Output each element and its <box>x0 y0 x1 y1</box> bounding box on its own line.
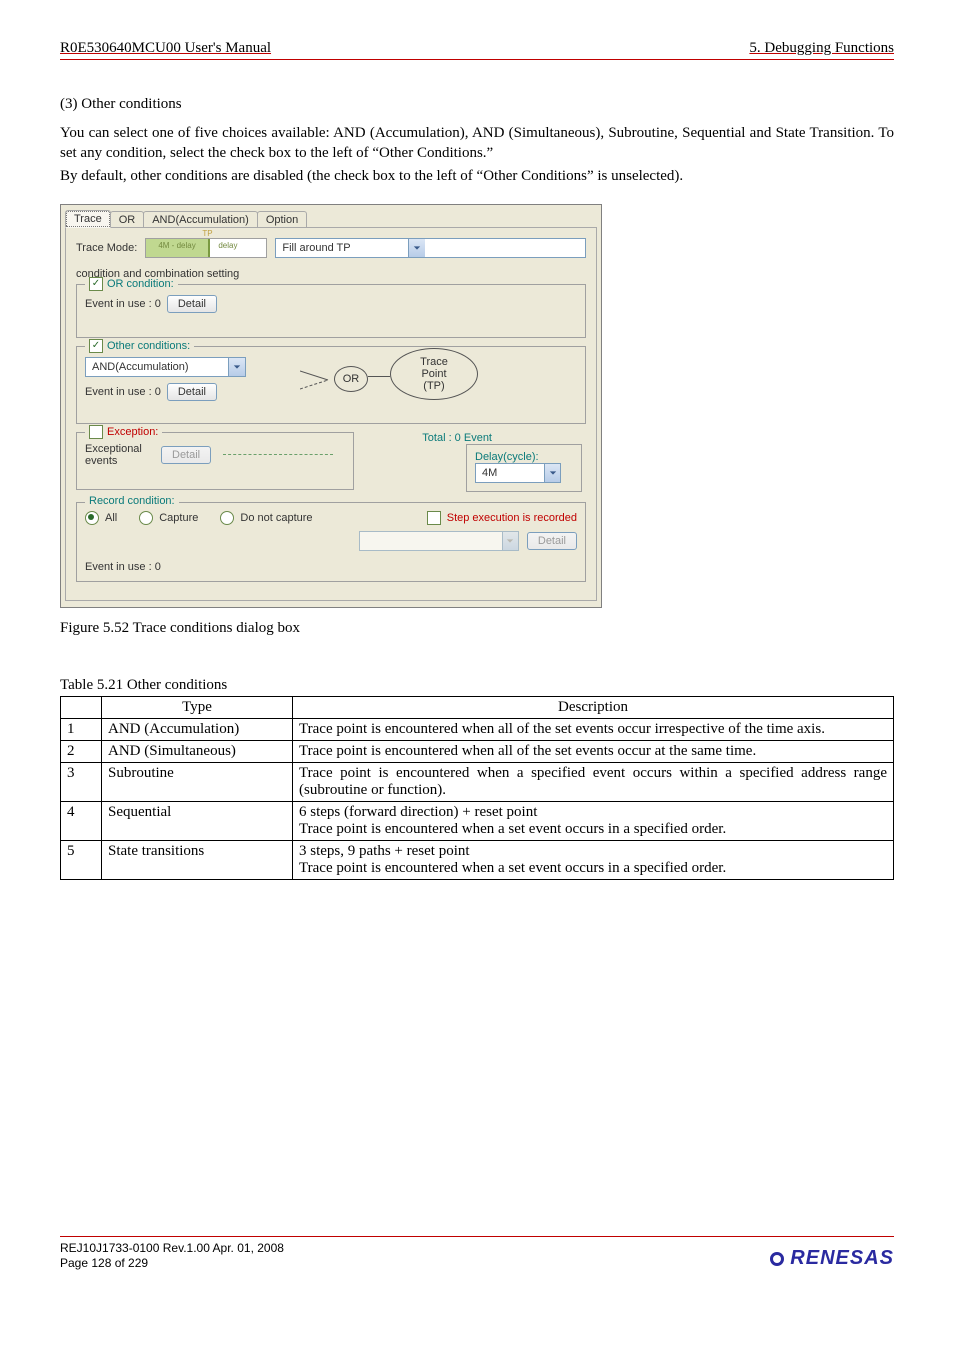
other-conditions-group: Other conditions: AND(Accumulation) Even… <box>76 346 586 424</box>
step-execution-label: Step execution is recorded <box>447 512 577 524</box>
table-row: 1 AND (Accumulation) Trace point is enco… <box>61 718 894 740</box>
page-footer: REJ10J1733-0100 Rev.1.00 Apr. 01, 2008 P… <box>60 1236 894 1270</box>
table-row: 2 AND (Simultaneous) Trace point is enco… <box>61 740 894 762</box>
other-detail-button[interactable]: Detail <box>167 383 217 401</box>
row-num: 5 <box>61 840 102 879</box>
row-type: AND (Accumulation) <box>102 718 293 740</box>
row-desc: 6 steps (forward direction) + reset poin… <box>293 801 894 840</box>
row-type: State transitions <box>102 840 293 879</box>
or-condition-group: OR condition: Event in use : 0 Detail <box>76 284 586 338</box>
trace-mode-label: Trace Mode: <box>76 242 137 254</box>
row-desc: Trace point is encountered when a specif… <box>293 762 894 801</box>
delay-cycle-legend: Delay(cycle): <box>475 451 539 463</box>
slider-right-label: delay <box>218 241 237 250</box>
table-row: 5 State transitions 3 steps, 9 paths + r… <box>61 840 894 879</box>
row-desc-line1: 3 steps, 9 paths + reset point <box>299 843 887 860</box>
other-conditions-value: AND(Accumulation) <box>86 361 228 373</box>
other-conditions-checkbox[interactable] <box>89 339 103 353</box>
row-desc: Trace point is encountered when all of t… <box>293 740 894 762</box>
row-type: AND (Simultaneous) <box>102 740 293 762</box>
footer-revision: REJ10J1733-0100 Rev.1.00 Apr. 01, 2008 <box>60 1241 284 1255</box>
exception-detail-button: Detail <box>161 446 211 464</box>
record-detail-button: Detail <box>527 532 577 550</box>
tab-strip: Trace OR AND(Accumulation) Option <box>61 205 601 227</box>
tab-trace[interactable]: Trace <box>65 210 111 228</box>
dialog-panel: Trace Mode: 4M - delay delay Fill around… <box>65 227 597 601</box>
step-execution-checkbox[interactable] <box>427 511 441 525</box>
radio-all[interactable] <box>85 511 99 525</box>
trace-point-bubble: Trace Point (TP) <box>390 348 478 400</box>
row-desc-line2: Trace point is encountered when a set ev… <box>299 860 887 877</box>
tp-connector <box>368 376 390 377</box>
record-condition-combo <box>359 531 519 551</box>
table-row: 3 Subroutine Trace point is encountered … <box>61 762 894 801</box>
radio-capture-label: Capture <box>159 512 198 524</box>
radio-all-label: All <box>105 512 117 524</box>
delay-cycle-value: 4M <box>476 467 544 479</box>
chevron-down-icon <box>408 239 425 257</box>
fill-around-value: Fill around TP <box>276 242 408 254</box>
exception-checkbox[interactable] <box>89 425 103 439</box>
or-condition-checkbox[interactable] <box>89 277 103 291</box>
tab-option[interactable]: Option <box>257 211 307 228</box>
radio-do-not-capture[interactable] <box>220 511 234 525</box>
fill-around-combo[interactable]: Fill around TP <box>275 238 586 258</box>
row-desc: 3 steps, 9 paths + reset point Trace poi… <box>293 840 894 879</box>
or-condition-legend: OR condition: <box>107 278 174 290</box>
figure-caption: Figure 5.52 Trace conditions dialog box <box>60 620 894 637</box>
row-num: 1 <box>61 718 102 740</box>
th-type: Type <box>102 696 293 718</box>
or-event-in-use: Event in use : 0 <box>85 298 161 310</box>
tab-or[interactable]: OR <box>110 211 145 228</box>
or-detail-button[interactable]: Detail <box>167 295 217 313</box>
trace-dialog: Trace OR AND(Accumulation) Option Trace … <box>60 204 602 608</box>
renesas-logo-text: RENESAS <box>790 1247 894 1270</box>
footer-page: Page 128 of 229 <box>60 1256 284 1270</box>
chevron-down-icon <box>544 464 560 482</box>
section-heading: (3) Other conditions <box>60 96 894 113</box>
row-type: Subroutine <box>102 762 293 801</box>
doc-title: R0E530640MCU00 User's Manual <box>60 40 271 57</box>
renesas-logo-icon <box>770 1252 784 1266</box>
chevron-down-icon <box>228 358 245 376</box>
row-desc: Trace point is encountered when all of t… <box>293 718 894 740</box>
th-description: Description <box>293 696 894 718</box>
tp-line3: (TP) <box>423 380 444 392</box>
other-conditions-table: Type Description 1 AND (Accumulation) Tr… <box>60 696 894 880</box>
delay-cycle-group: Delay(cycle): 4M <box>466 444 582 492</box>
tab-and-accumulation[interactable]: AND(Accumulation) <box>143 211 258 228</box>
radio-capture[interactable] <box>139 511 153 525</box>
other-conditions-legend: Other conditions: <box>107 340 190 352</box>
record-condition-legend: Record condition: <box>85 495 179 507</box>
row-num: 2 <box>61 740 102 762</box>
record-condition-group: Record condition: All Capture Do not cap… <box>76 502 586 582</box>
delay-cycle-combo[interactable]: 4M <box>475 463 561 483</box>
other-conditions-combo[interactable]: AND(Accumulation) <box>85 357 246 377</box>
trace-mode-slider[interactable]: 4M - delay delay <box>145 238 267 258</box>
table-row: 4 Sequential 6 steps (forward direction)… <box>61 801 894 840</box>
row-num: 4 <box>61 801 102 840</box>
paragraph-2: By default, other conditions are disable… <box>60 166 894 186</box>
table-caption: Table 5.21 Other conditions <box>60 677 894 694</box>
other-event-in-use: Event in use : 0 <box>85 386 161 398</box>
tp-line1: Trace <box>420 356 448 368</box>
record-event-in-use: Event in use : 0 <box>85 561 577 573</box>
tp-line2: Point <box>421 368 446 380</box>
chapter-title: 5. Debugging Functions <box>749 40 894 57</box>
row-desc-line2: Trace point is encountered when a set ev… <box>299 821 887 838</box>
paragraph-1: You can select one of five choices avail… <box>60 123 894 164</box>
exception-legend: Exception: <box>107 426 158 438</box>
row-desc-line1: 6 steps (forward direction) + reset poin… <box>299 804 887 821</box>
row-num: 3 <box>61 762 102 801</box>
chevron-down-icon <box>502 532 518 550</box>
exceptional-events-label: Exceptional events <box>85 443 155 467</box>
row-type: Sequential <box>102 801 293 840</box>
total-event-label: Total : 0 Event <box>422 432 492 444</box>
slider-left-label: 4M - delay <box>158 241 195 250</box>
radio-do-not-capture-label: Do not capture <box>240 512 312 524</box>
exception-group: Exception: Exceptional events Detail <box>76 432 354 490</box>
renesas-logo: RENESAS <box>770 1247 894 1270</box>
